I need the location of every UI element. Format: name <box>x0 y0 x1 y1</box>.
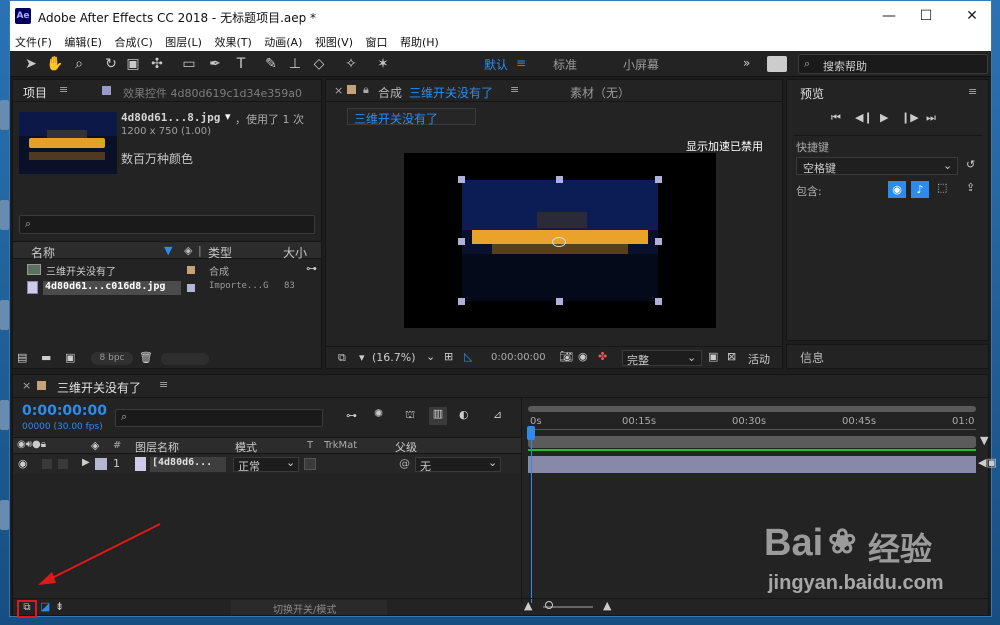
paw-icon: ❀ <box>828 523 857 561</box>
watermark-url: jingyan.baidu.com <box>768 572 944 594</box>
annotation-arrow <box>47 523 161 581</box>
watermark-brand: Bai <box>764 522 824 564</box>
watermark-brand-cn: 经验 <box>868 531 933 567</box>
watermark: Bai ❀ 经验 jingyan.baidu.com <box>764 522 964 612</box>
annotation-arrowhead <box>38 572 56 585</box>
